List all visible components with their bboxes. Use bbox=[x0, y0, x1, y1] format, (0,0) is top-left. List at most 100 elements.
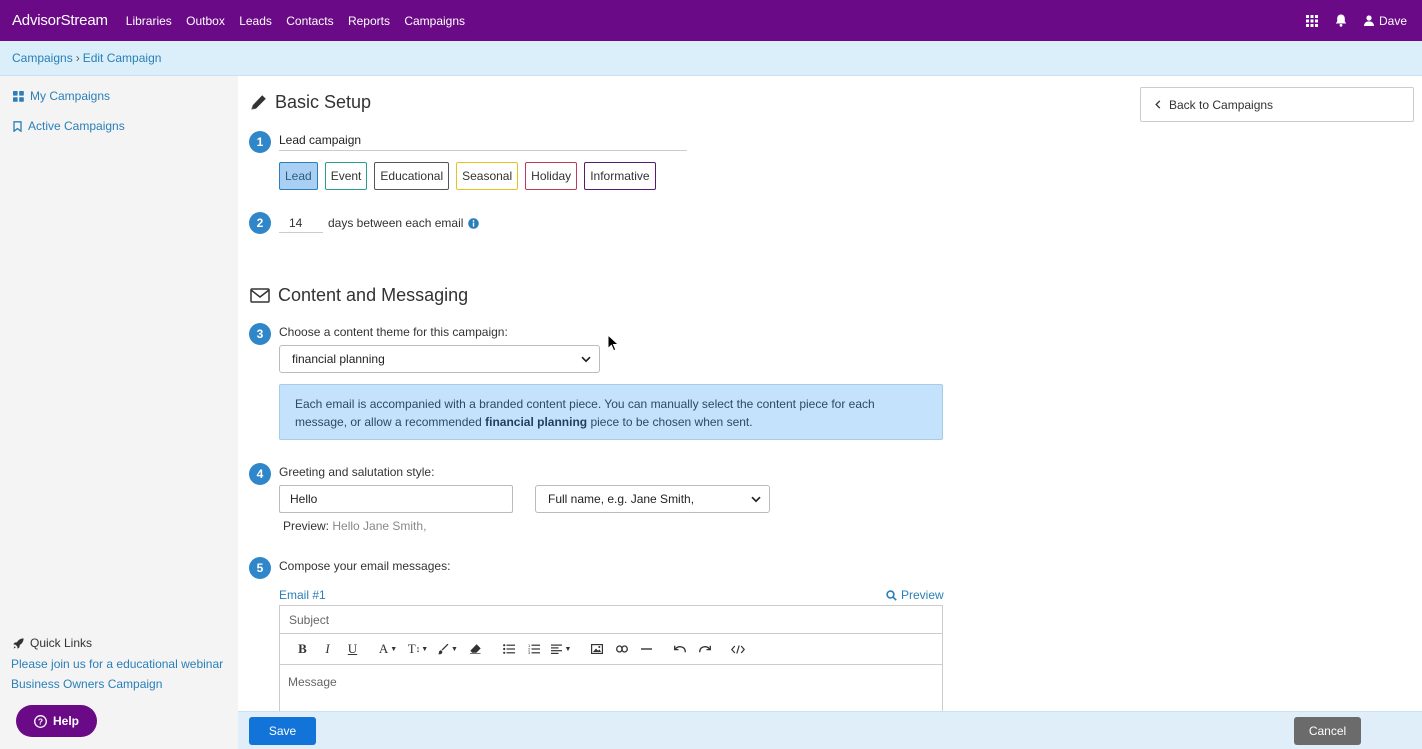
salutation-select[interactable]: Full name, e.g. Jane Smith, bbox=[535, 485, 770, 513]
save-button[interactable]: Save bbox=[249, 717, 316, 745]
redo-button[interactable] bbox=[692, 638, 717, 660]
bell-icon[interactable] bbox=[1335, 14, 1347, 27]
email-preview-link[interactable]: Preview bbox=[886, 588, 944, 602]
cancel-button[interactable]: Cancel bbox=[1294, 717, 1361, 745]
step-badge-4: 4 bbox=[249, 463, 271, 485]
bullet-list-button[interactable] bbox=[496, 638, 521, 660]
greeting-input[interactable]: Hello bbox=[279, 485, 513, 513]
back-to-campaigns-button[interactable]: Back to Campaigns bbox=[1140, 87, 1414, 122]
undo-icon bbox=[673, 645, 686, 652]
font-size-button[interactable]: T ↕ ▼ bbox=[403, 638, 433, 660]
days-between-label: days between each email bbox=[328, 216, 480, 230]
type-seasonal-button[interactable]: Seasonal bbox=[456, 162, 519, 190]
chevron-down-icon bbox=[751, 496, 761, 502]
quick-links-label: Quick Links bbox=[30, 636, 93, 650]
mouse-cursor-icon bbox=[607, 334, 619, 352]
campaign-name-input[interactable]: Lead campaign bbox=[279, 131, 687, 151]
redo-icon bbox=[698, 645, 711, 652]
section-basic-setup: Basic Setup bbox=[250, 92, 371, 113]
main-content: Basic Setup 1 Lead campaign Lead Event E… bbox=[238, 76, 1422, 749]
editor-toolbar: B I U A ▼ T ↕ ▼ ▼ 123 ▼ bbox=[280, 634, 942, 665]
sidebar-item-my-campaigns[interactable]: My Campaigns bbox=[13, 89, 110, 103]
bullet-list-icon bbox=[502, 644, 515, 654]
theme-select[interactable]: financial planning bbox=[279, 345, 600, 373]
type-event-button[interactable]: Event bbox=[324, 162, 368, 190]
theme-label: Choose a content theme for this campaign… bbox=[279, 325, 508, 339]
compose-label: Compose your email messages: bbox=[279, 559, 451, 573]
main-nav: Libraries Outbox Leads Contacts Reports … bbox=[126, 14, 476, 28]
insert-image-button[interactable] bbox=[584, 638, 609, 660]
content-info-box: Each email is accompanied with a branded… bbox=[279, 384, 943, 440]
days-between-input[interactable]: 14 bbox=[279, 213, 323, 233]
back-label: Back to Campaigns bbox=[1169, 97, 1274, 112]
type-informative-button[interactable]: Informative bbox=[584, 162, 656, 190]
clear-format-button[interactable] bbox=[463, 638, 488, 660]
step-badge-2: 2 bbox=[249, 212, 271, 234]
quick-link-webinar[interactable]: Please join us for a educational webinar bbox=[11, 657, 223, 671]
chevron-down-icon bbox=[581, 356, 591, 362]
rocket-icon bbox=[13, 637, 24, 649]
salutation-select-value: Full name, e.g. Jane Smith, bbox=[548, 492, 695, 506]
breadcrumb-separator: › bbox=[75, 51, 80, 65]
nav-outbox[interactable]: Outbox bbox=[186, 14, 225, 28]
horizontal-rule-button[interactable] bbox=[634, 638, 659, 660]
align-left-icon bbox=[550, 644, 562, 654]
nav-reports[interactable]: Reports bbox=[348, 14, 390, 28]
sidebar-item-active-campaigns[interactable]: Active Campaigns bbox=[13, 119, 125, 133]
italic-button[interactable]: I bbox=[315, 638, 340, 660]
step-badge-3: 3 bbox=[249, 323, 271, 345]
type-holiday-button[interactable]: Holiday bbox=[525, 162, 578, 190]
nav-campaigns[interactable]: Campaigns bbox=[404, 14, 465, 28]
days-label-text: days between each email bbox=[328, 216, 464, 230]
top-navbar: AdvisorStream Libraries Outbox Leads Con… bbox=[0, 0, 1422, 41]
bookmark-icon bbox=[13, 120, 22, 132]
undo-button[interactable] bbox=[667, 638, 692, 660]
theme-select-value: financial planning bbox=[292, 352, 385, 366]
grid-icon bbox=[13, 90, 24, 102]
step-badge-5: 5 bbox=[249, 557, 271, 579]
insert-link-button[interactable] bbox=[609, 638, 634, 660]
align-button[interactable]: ▼ bbox=[546, 638, 576, 660]
brand-logo[interactable]: AdvisorStream bbox=[12, 12, 108, 29]
code-icon bbox=[730, 644, 745, 654]
bold-button[interactable]: B bbox=[290, 638, 315, 660]
preview-value: Hello Jane Smith, bbox=[332, 519, 427, 533]
image-icon bbox=[590, 644, 603, 654]
message-input[interactable]: Message bbox=[280, 665, 942, 699]
sidebar: My Campaigns Active Campaigns Quick Link… bbox=[0, 76, 238, 749]
step-badge-1: 1 bbox=[249, 131, 271, 153]
campaign-type-group: Lead Event Educational Seasonal Holiday … bbox=[279, 162, 656, 190]
font-color-button[interactable]: A ▼ bbox=[373, 638, 403, 660]
nav-libraries[interactable]: Libraries bbox=[126, 14, 172, 28]
user-menu[interactable]: Dave bbox=[1363, 14, 1407, 28]
apps-grid-icon[interactable] bbox=[1305, 14, 1318, 27]
numbered-list-icon: 123 bbox=[528, 644, 540, 654]
type-educational-button[interactable]: Educational bbox=[374, 162, 450, 190]
horizontal-rule-icon bbox=[641, 648, 652, 650]
nav-right: Dave bbox=[1305, 0, 1407, 41]
info-text-2: piece to be chosen when sent. bbox=[590, 415, 753, 429]
greeting-label: Greeting and salutation style: bbox=[279, 465, 435, 479]
numbered-list-button[interactable]: 123 bbox=[521, 638, 546, 660]
info-icon[interactable] bbox=[468, 217, 480, 229]
breadcrumb-campaigns[interactable]: Campaigns bbox=[12, 51, 73, 65]
highlight-button[interactable]: ▼ bbox=[433, 638, 463, 660]
question-circle-icon: ? bbox=[34, 714, 47, 728]
search-icon bbox=[886, 589, 897, 601]
subject-input[interactable]: Subject bbox=[280, 606, 942, 634]
link-icon bbox=[615, 645, 628, 653]
underline-button[interactable]: U bbox=[340, 638, 365, 660]
svg-text:?: ? bbox=[38, 716, 43, 726]
preview-label: Preview: bbox=[283, 519, 330, 533]
envelope-icon bbox=[250, 288, 270, 303]
quick-link-business-owners[interactable]: Business Owners Campaign bbox=[11, 677, 162, 691]
code-view-button[interactable] bbox=[725, 638, 750, 660]
type-lead-button[interactable]: Lead bbox=[279, 162, 318, 190]
section-content-messaging: Content and Messaging bbox=[250, 285, 468, 306]
basic-setup-title: Basic Setup bbox=[275, 92, 372, 112]
greeting-preview: Preview: Hello Jane Smith, bbox=[283, 519, 426, 533]
nav-leads[interactable]: Leads bbox=[239, 14, 272, 28]
nav-contacts[interactable]: Contacts bbox=[286, 14, 333, 28]
help-button[interactable]: ? Help bbox=[16, 705, 97, 737]
pencil-icon bbox=[251, 95, 266, 110]
